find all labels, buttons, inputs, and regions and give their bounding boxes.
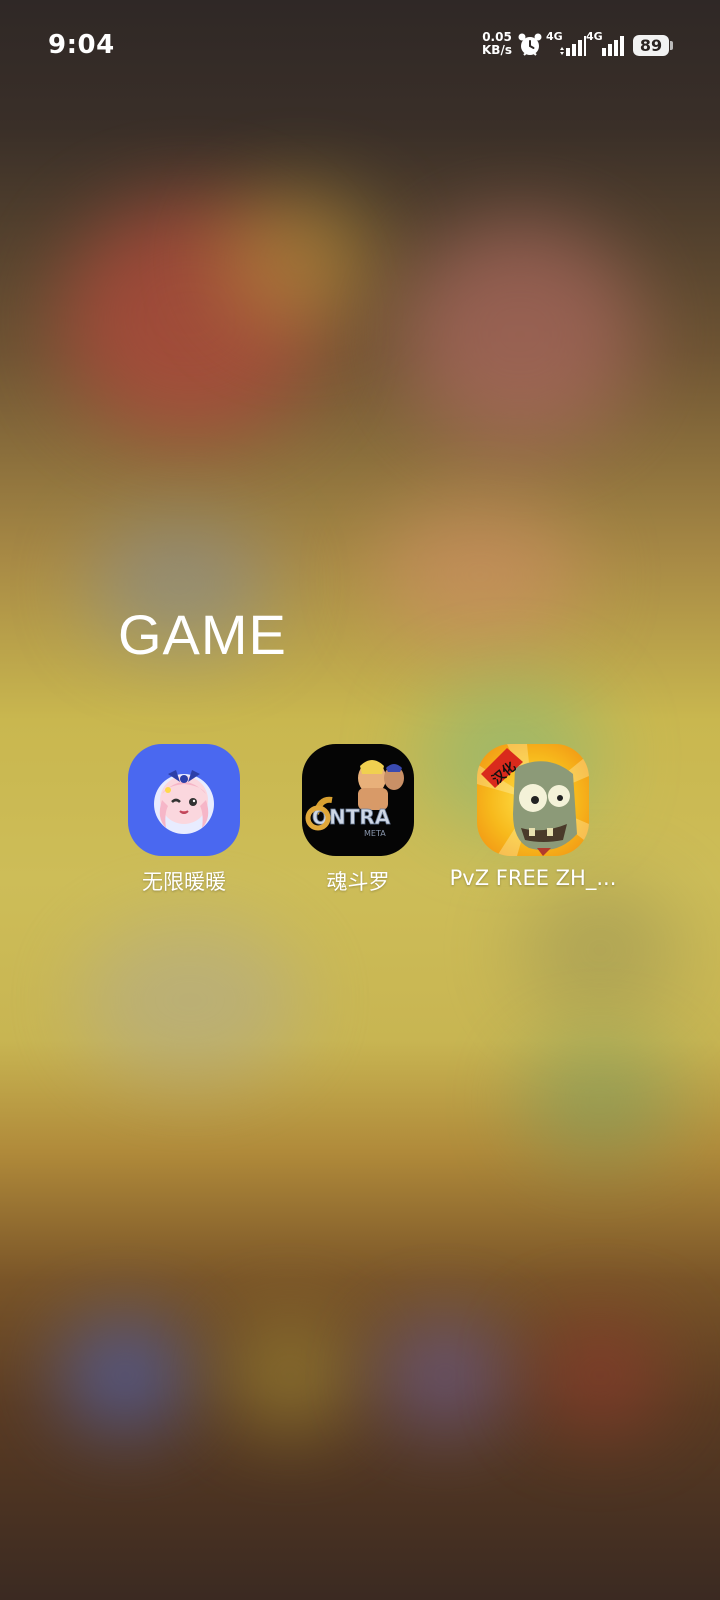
wallpaper-blob: [400, 220, 640, 450]
app-infinity-nikki[interactable]: 无限暖暖: [94, 744, 274, 896]
wallpaper-blob: [225, 1320, 355, 1430]
app-contra[interactable]: ONTRA META 魂斗罗: [268, 744, 448, 896]
zombie-icon[interactable]: 汉化: [477, 744, 589, 856]
wallpaper-blob: [80, 920, 300, 1080]
sim1-signal: 4G: [546, 30, 586, 58]
alarm-icon: [518, 33, 542, 56]
network-speed-unit: KB/s: [482, 43, 512, 57]
battery-level: 89: [633, 35, 669, 56]
battery-icon: [670, 41, 673, 50]
svg-text:META: META: [364, 829, 386, 838]
clock-time: 9:04: [48, 30, 115, 60]
signal-icon: [560, 36, 586, 56]
wallpaper-blob: [380, 500, 580, 650]
wallpaper-blob: [520, 880, 680, 1020]
wallpaper-blob: [535, 1320, 665, 1430]
app-pvz-free[interactable]: 汉化 PvZ FREE ZH_...: [443, 744, 623, 890]
app-label: 魂斗罗: [326, 870, 390, 894]
anime-girl-icon[interactable]: [128, 744, 240, 856]
signal-icon: [602, 36, 624, 56]
folder-title[interactable]: GAME: [118, 602, 287, 667]
wallpaper-blob: [220, 190, 380, 330]
network-speed: 0.05 KB/s: [482, 31, 512, 57]
status-bar: 9:04 0.05 KB/s 4G 4G 89: [0, 0, 720, 92]
wallpaper-blob: [380, 1320, 510, 1430]
wallpaper-blob: [60, 1320, 190, 1430]
app-label: 无限暖暖: [142, 870, 226, 894]
app-label: PvZ FREE ZH_...: [449, 866, 617, 890]
sim2-signal: 4G: [586, 30, 626, 58]
contra-icon[interactable]: ONTRA META: [302, 744, 414, 856]
wallpaper-blob: [520, 1040, 680, 1160]
